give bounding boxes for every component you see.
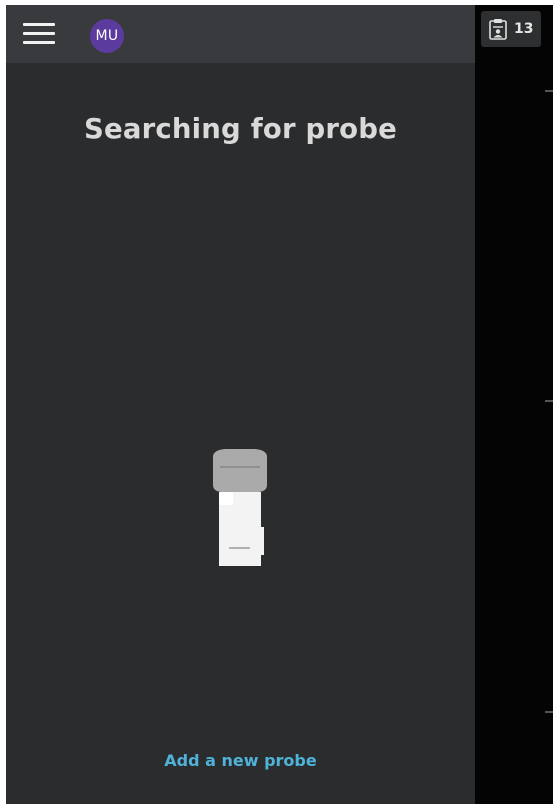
menu-line xyxy=(23,32,55,35)
patient-badge[interactable]: 13 xyxy=(481,11,541,47)
scale-tick xyxy=(545,90,553,92)
probe-search-panel: MU Searching for probe Add a new probe xyxy=(6,5,475,804)
image-panel: 13 xyxy=(475,5,553,804)
top-bar: MU xyxy=(6,5,475,63)
clipboard-patient-icon xyxy=(489,19,507,40)
add-new-probe-link[interactable]: Add a new probe xyxy=(6,751,475,770)
menu-line xyxy=(23,41,55,44)
app-window: MU Searching for probe Add a new probe 1… xyxy=(6,5,553,804)
patient-count: 13 xyxy=(514,21,534,37)
avatar-initials: MU xyxy=(95,28,119,44)
menu-line xyxy=(23,23,55,26)
page-title: Searching for probe xyxy=(84,113,397,145)
user-avatar[interactable]: MU xyxy=(90,19,124,53)
scale-tick xyxy=(545,711,553,713)
ultrasound-probe-icon xyxy=(213,449,267,566)
hamburger-menu-icon[interactable] xyxy=(23,21,55,47)
scale-tick xyxy=(545,400,553,402)
